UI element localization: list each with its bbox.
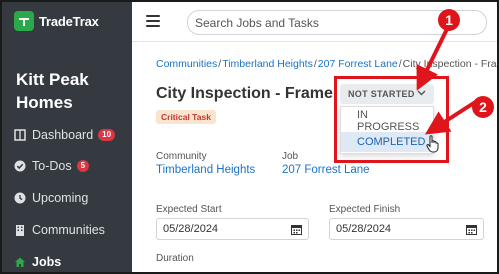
expected-finish-value: 05/28/2024 xyxy=(336,223,392,235)
sidebar-item-jobs[interactable]: Jobs xyxy=(2,248,132,272)
app-window: TradeTrax Kitt Peak Homes Dashboard 10 T… xyxy=(0,0,499,274)
sidebar-item-todos[interactable]: To-Dos 5 xyxy=(2,152,132,180)
breadcrumb-separator: / xyxy=(313,58,317,70)
community-link[interactable]: Timberland Heights xyxy=(156,164,255,176)
sidebar-item-label: Communities xyxy=(32,223,105,237)
check-circle-icon xyxy=(14,160,26,172)
home-icon xyxy=(14,256,26,268)
sidebar-item-label: To-Dos xyxy=(32,159,72,173)
sidebar-item-communities[interactable]: Communities xyxy=(2,216,132,244)
breadcrumb-communities-link[interactable]: Communities xyxy=(156,58,217,70)
app-logo[interactable]: TradeTrax xyxy=(14,11,99,31)
tradetrax-logo-icon xyxy=(14,11,34,31)
organization-name: Kitt Peak Homes xyxy=(16,70,89,112)
breadcrumb: Communities/Timberland Heights/207 Forre… xyxy=(156,58,497,70)
dashboard-count-badge: 10 xyxy=(98,129,116,141)
sidebar-item-dashboard[interactable]: Dashboard 10 xyxy=(2,121,132,149)
job-link[interactable]: 207 Forrest Lane xyxy=(282,164,370,176)
breadcrumb-current: City Inspection - Frame xyxy=(402,58,497,70)
calendar-icon[interactable] xyxy=(466,224,477,235)
calendar-icon[interactable] xyxy=(291,224,302,235)
todos-count-badge: 5 xyxy=(76,160,90,172)
sidebar-item-label: Dashboard xyxy=(32,128,94,142)
app-name: TradeTrax xyxy=(39,13,99,29)
sidebar-item-label: Upcoming xyxy=(32,191,89,205)
expected-finish-input[interactable]: 05/28/2024 xyxy=(329,218,484,240)
job-label: Job xyxy=(282,151,299,162)
critical-task-badge: Critical Task xyxy=(156,110,216,124)
dashboard-icon xyxy=(14,129,26,141)
building-icon xyxy=(14,224,26,236)
step-2-marker: 2 xyxy=(472,96,494,118)
breadcrumb-community-link[interactable]: Timberland Heights xyxy=(222,58,313,70)
community-label: Community xyxy=(156,151,207,162)
sidebar-item-upcoming[interactable]: Upcoming xyxy=(2,184,132,212)
expected-start-input[interactable]: 05/28/2024 xyxy=(156,218,309,240)
page-title: City Inspection - Frame xyxy=(156,85,333,102)
sidebar: TradeTrax Kitt Peak Homes Dashboard 10 T… xyxy=(2,2,132,272)
clock-icon xyxy=(14,192,26,204)
search-placeholder: Search Jobs and Tasks xyxy=(195,15,319,30)
hand-cursor-icon xyxy=(426,135,439,153)
expected-finish-label: Expected Finish xyxy=(329,204,401,215)
expected-start-label: Expected Start xyxy=(156,204,222,215)
breadcrumb-separator: / xyxy=(218,58,222,70)
sidebar-item-label: Jobs xyxy=(32,255,62,269)
expected-start-value: 05/28/2024 xyxy=(163,223,219,235)
hamburger-menu-icon[interactable] xyxy=(146,15,160,27)
step-1-marker: 1 xyxy=(438,9,460,31)
duration-label: Duration xyxy=(156,253,194,264)
breadcrumb-job-link[interactable]: 207 Forrest Lane xyxy=(318,58,398,70)
breadcrumb-separator: / xyxy=(398,58,402,70)
